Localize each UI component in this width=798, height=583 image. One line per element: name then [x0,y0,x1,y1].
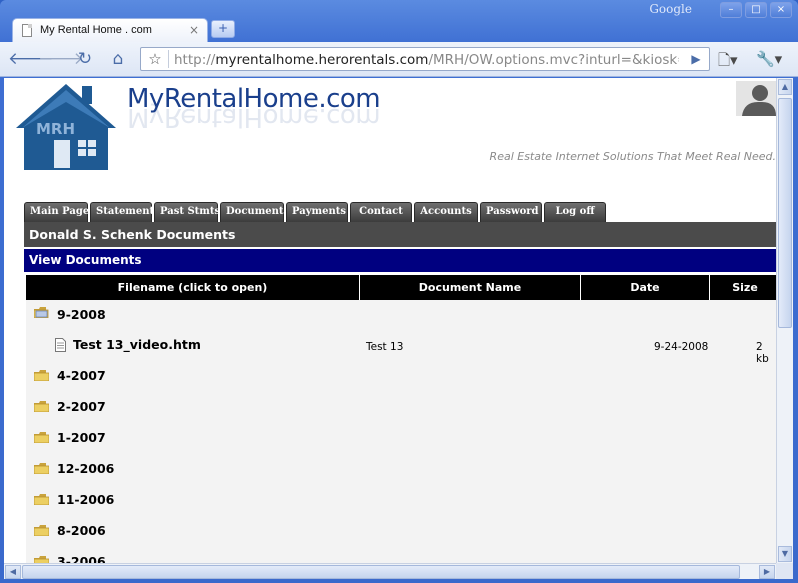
documents-table: Filename (click to open) Document Name D… [26,275,776,563]
minimize-button[interactable]: – [720,2,742,18]
scroll-right-arrow-icon[interactable]: ▶ [759,565,775,579]
url-text[interactable]: http://myrentalhome.herorentals.com/MRH/… [174,52,679,68]
page-title: Donald S. Schenk Documents [24,222,776,247]
folder-icon [34,525,49,536]
address-bar[interactable]: ☆ http://myrentalhome.herorentals.com/MR… [140,47,710,71]
table-header: Filename (click to open) Document Name D… [26,275,776,300]
nav-tab-password[interactable]: Password [480,202,542,222]
back-arrow-icon[interactable]: 🡐 [8,48,54,70]
scroll-left-arrow-icon[interactable]: ◀ [5,565,21,579]
document-icon [55,338,66,352]
scrollbar-corner [776,563,793,579]
document-name-cell: Test 13 [366,341,404,353]
wrench-menu-icon[interactable]: 🔧▾ [756,50,782,68]
folder-row-8-2006[interactable]: 8-2006 [26,519,776,545]
folder-icon [34,432,49,443]
folder-row-11-2006[interactable]: 11-2006 [26,488,776,514]
tab-close-icon[interactable]: × [189,23,199,37]
google-label: Google [649,2,692,16]
page-menu-icon[interactable]: 🗋▾ [718,50,738,75]
folder-icon [34,556,49,563]
section-header: View Documents [24,249,776,272]
tab-title: My Rental Home . com [40,24,152,36]
window-controls: – □ × [720,2,792,18]
browser-window: Google – □ × My Rental Home . com × + 🡐 … [0,0,798,583]
house-logo-icon: MRH [16,84,116,170]
folder-label[interactable]: 8-2006 [57,523,106,538]
vertical-scroll-thumb[interactable] [778,98,792,328]
maximize-button[interactable]: □ [745,2,767,18]
folder-row-4-2007[interactable]: 4-2007 [26,364,776,390]
home-icon[interactable]: ⌂ [106,48,130,70]
table-body: 9-2008 Test 13_video.htm Test 13 9-24-20… [26,300,776,563]
file-link[interactable]: Test 13_video.htm [73,337,201,352]
nav-tab-statement[interactable]: Statement [90,202,154,222]
page-icon [22,24,32,37]
folder-row-3-2006[interactable]: 3-2006 [26,550,776,563]
folder-label[interactable]: 1-2007 [57,430,106,445]
site-tagline: Real Estate Internet Solutions That Meet… [489,150,776,163]
scroll-up-arrow-icon[interactable]: ▲ [778,79,792,95]
close-window-button[interactable]: × [770,2,792,18]
column-header-size: Size [732,281,758,294]
page-viewport: MRH MyRentalHome.com MyRentalHome.com Re… [4,78,776,563]
column-header-document-name: Document Name [360,275,581,300]
folder-row-1-2007[interactable]: 1-2007 [26,426,776,452]
title-bar: Google – □ × My Rental Home . com × + [0,0,798,42]
site-brand-reflection: MyRentalHome.com [127,102,381,132]
nav-tab-contact[interactable]: Contact [350,202,412,222]
column-header-filename: Filename (click to open) [26,275,360,300]
folder-icon [34,370,49,381]
column-header-date: Date [581,275,710,300]
browser-toolbar: 🡐 🡒 ↻ ⌂ ☆ http://myrentalhome.herorental… [0,42,798,77]
folder-label[interactable]: 3-2006 [57,554,106,563]
folder-row-9-2008[interactable]: 9-2008 [26,302,776,328]
folder-icon [34,463,49,474]
user-avatar [736,81,776,116]
file-row[interactable]: Test 13_video.htm Test 13 9-24-2008 2 kb [26,333,776,365]
url-prefix: http:// [174,52,216,68]
nav-tab-past-stmts[interactable]: Past Stmts [154,202,220,222]
folder-label[interactable]: 9-2008 [57,307,106,322]
main-nav: Main Page Statement Past Stmts Documents… [24,202,606,222]
forward-arrow-icon[interactable]: 🡒 [38,48,84,70]
folder-row-2-2007[interactable]: 2-2007 [26,395,776,421]
vertical-scrollbar[interactable]: ▲ ▼ [776,78,793,563]
nav-tab-accounts[interactable]: Accounts [414,202,478,222]
size-cell: 2 kb [756,341,769,365]
url-path: /MRH/OW.options.mvc?inturl=&kiosk=&opti [428,52,679,68]
url-host: myrentalhome.herorentals.com [215,52,429,68]
browser-tab[interactable]: My Rental Home . com × [12,18,208,42]
folder-label[interactable]: 4-2007 [57,368,106,383]
horizontal-scrollbar[interactable]: ◀ ▶ [4,563,776,579]
folder-label[interactable]: 11-2006 [57,492,114,507]
nav-tab-payments[interactable]: Payments [286,202,348,222]
folder-label[interactable]: 2-2007 [57,399,106,414]
folder-label[interactable]: 12-2006 [57,461,114,476]
nav-tab-documents[interactable]: Documents [220,202,289,222]
reload-icon[interactable]: ↻ [73,48,97,70]
folder-icon [34,401,49,412]
folder-row-12-2006[interactable]: 12-2006 [26,457,776,483]
omnibox-divider [168,50,169,68]
go-arrow-icon[interactable]: ▶ [687,51,705,67]
star-bookmark-icon[interactable]: ☆ [145,50,165,68]
folder-icon [34,494,49,505]
scroll-down-arrow-icon[interactable]: ▼ [778,546,792,562]
nav-tab-log-off[interactable]: Log off [544,202,606,222]
date-cell: 9-24-2008 [654,341,709,353]
logo-text: MRH [36,120,75,138]
open-folder-icon [34,307,49,318]
horizontal-scroll-thumb[interactable] [22,565,740,579]
new-tab-button[interactable]: + [211,20,235,38]
nav-tab-main-page[interactable]: Main Page [24,202,89,222]
